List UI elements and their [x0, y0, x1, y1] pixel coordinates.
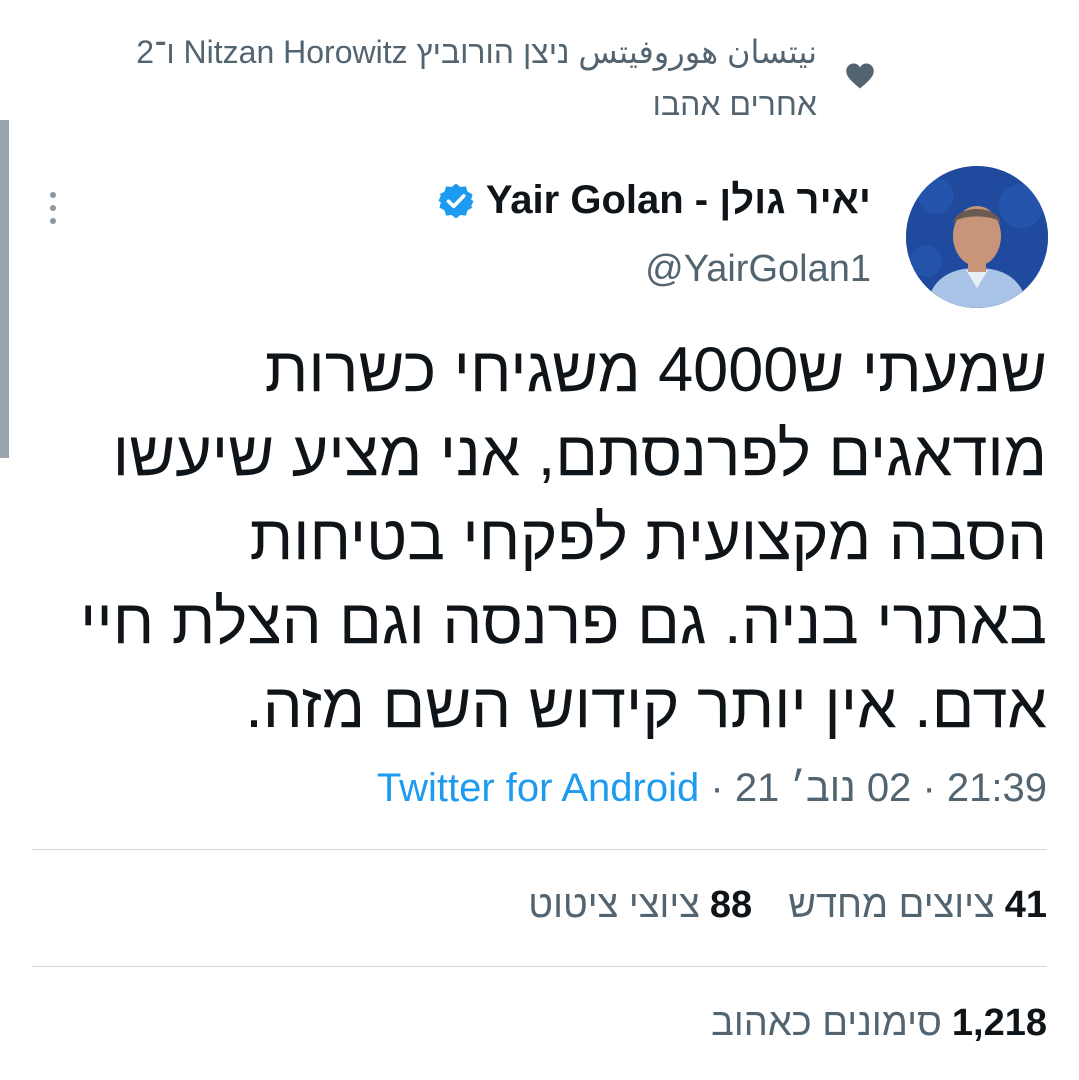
likes-count: 1,218 — [951, 1002, 1047, 1044]
avatar-image — [906, 166, 1048, 308]
tweet-detail-page: نيتسان هوروفيتس ניצן הורוביץ Nitzan Horo… — [0, 0, 1079, 1080]
tweet-text: שמעתי ש4000 משגיחי כשרות מודאגים לפרנסתם… — [27, 328, 1047, 748]
separator: · — [922, 766, 936, 810]
tweet-text-line: באתרי בניה. גם פרנסה וגם הצלת חיי — [80, 587, 1047, 657]
divider — [32, 966, 1047, 967]
tweet-date[interactable]: 02 נוב׳ 21 — [735, 766, 912, 810]
social-context-line2: אחרים אהבו — [652, 86, 817, 122]
author-name-row[interactable]: יאיר גולן - Yair Golan — [436, 178, 871, 223]
avatar[interactable] — [906, 166, 1048, 308]
social-context-line1: نيتسان هوروفيتس ניצן הורוביץ Nitzan Horo… — [136, 34, 817, 70]
likes-label: סימונים כאהוב — [711, 1002, 942, 1044]
tweet-text-line: אדם. אין יותר קידוש השם מזה. — [245, 671, 1047, 741]
tweet-time[interactable]: 21:39 — [947, 766, 1047, 810]
tweet-metadata: Twitter for Android · 02 נוב׳ 21 · 21:39 — [377, 766, 1047, 811]
heart-icon — [846, 63, 874, 89]
quotes-stat[interactable]: 88 ציוצי ציטוט — [528, 884, 752, 927]
source-link[interactable]: Twitter for Android — [377, 766, 699, 810]
divider — [32, 849, 1047, 850]
quotes-count: 88 — [709, 884, 753, 926]
tweet-text-line: מודאגים לפרנסתם, אני מציע שיעשו — [112, 419, 1047, 489]
retweets-label: ציוצים מחדש — [788, 884, 995, 926]
separator: · — [710, 766, 724, 810]
display-name: יאיר גולן - Yair Golan — [485, 178, 871, 222]
retweets-count: 41 — [1004, 884, 1047, 926]
likes-stat[interactable]: 1,218 סימונים כאהוב — [711, 1002, 1047, 1045]
social-context[interactable]: نيتسان هوروفيتس ניצן הורוביץ Nitzan Horo… — [0, 26, 817, 130]
engagement-stats: 41 ציוצים מחדש 88 ציוצי ציטוט — [528, 884, 1047, 927]
author-handle[interactable]: @YairGolan1 — [645, 248, 871, 291]
more-options-icon[interactable] — [46, 190, 60, 226]
tweet-text-line: שמעתי ש4000 משגיחי כשרות — [264, 335, 1047, 405]
retweets-stat[interactable]: 41 ציוצים מחדש — [788, 884, 1047, 927]
tweet-text-line: הסבה מקצועית לפקחי בטיחות — [249, 503, 1047, 573]
scroll-indicator — [0, 120, 9, 458]
verified-badge-icon — [438, 183, 474, 218]
quotes-label: ציוצי ציטוט — [528, 884, 700, 926]
